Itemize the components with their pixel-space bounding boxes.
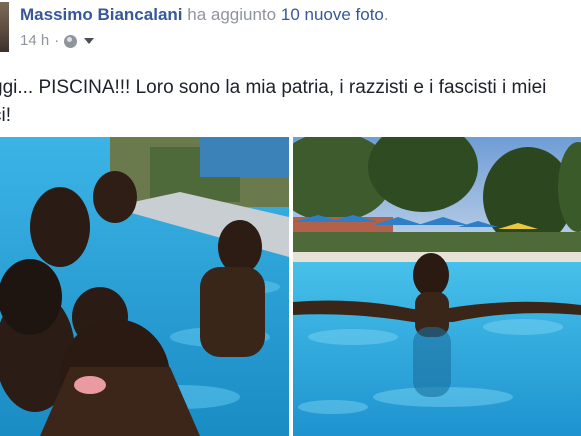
post-text: ggi... PISCINA!!! Loro sono la mia patri… — [0, 74, 581, 130]
photo-count-link[interactable]: 10 nuove foto — [281, 5, 384, 24]
post-text-line-1: ggi... PISCINA!!! Loro sono la mia patri… — [0, 77, 547, 98]
globe-icon[interactable] — [64, 34, 78, 48]
photo-1[interactable] — [0, 137, 289, 436]
post-timestamp[interactable]: 14 h — [20, 31, 49, 51]
author-avatar[interactable] — [0, 2, 9, 52]
post-action-text: ha aggiunto — [187, 5, 277, 24]
pool-selfie-image — [0, 137, 289, 436]
author-name-link[interactable]: Massimo Biancalani — [20, 5, 183, 24]
post-text-line-2: ci! — [0, 105, 11, 126]
swimming-pool-image — [293, 137, 581, 436]
post-meta: 14 h · — [20, 31, 95, 51]
photo-2[interactable] — [293, 137, 581, 436]
meta-separator: · — [54, 32, 60, 49]
chevron-down-icon[interactable] — [84, 38, 95, 44]
header-period: . — [383, 5, 389, 24]
post-header: Massimo Biancalani ha aggiunto 10 nuove … — [20, 4, 575, 26]
